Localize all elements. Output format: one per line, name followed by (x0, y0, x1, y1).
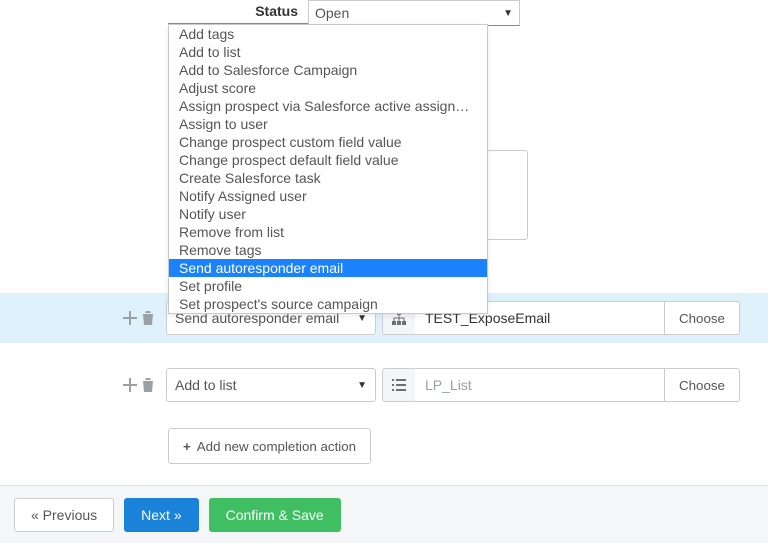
wizard-footer: « Previous Next » Confirm & Save (0, 485, 768, 543)
status-select[interactable]: Open ▼ (308, 0, 520, 26)
add-row-icon[interactable] (122, 377, 138, 393)
dropdown-option[interactable]: Change prospect default field value (169, 151, 487, 169)
previous-button[interactable]: « Previous (14, 498, 114, 532)
dropdown-option[interactable]: Notify Assigned user (169, 187, 487, 205)
list-icon[interactable] (382, 368, 416, 402)
dropdown-option[interactable]: Remove tags (169, 241, 487, 259)
plus-icon: + (183, 439, 191, 454)
choose-button-2[interactable]: Choose (664, 368, 740, 402)
add-completion-action-label: Add new completion action (197, 439, 356, 454)
dropdown-option[interactable]: Set prospect's source campaign (169, 295, 487, 313)
dropdown-option[interactable]: Notify user (169, 205, 487, 223)
delete-row-icon[interactable] (140, 377, 156, 393)
add-completion-action-button[interactable]: + Add new completion action (168, 428, 371, 464)
dropdown-option[interactable]: Add to Salesforce Campaign (169, 61, 487, 79)
action-type-dropdown[interactable]: Add tagsAdd to listAdd to Salesforce Cam… (168, 24, 488, 314)
chevron-down-icon: ▼ (357, 313, 367, 324)
status-row: Status Open ▼ (168, 0, 520, 26)
add-row-icon[interactable] (122, 310, 138, 326)
choose-button-1[interactable]: Choose (664, 301, 740, 335)
action-target-input-2[interactable] (415, 368, 665, 402)
page-root: Status Open ▼ Add tagsAdd to listAdd to … (0, 0, 768, 543)
dropdown-option[interactable]: Add tags (169, 25, 487, 43)
completion-action-row-2: Add to list ▼ Choose (0, 360, 768, 410)
dropdown-option[interactable]: Assign prospect via Salesforce active as… (169, 97, 487, 115)
delete-row-icon[interactable] (140, 310, 156, 326)
dropdown-option[interactable]: Send autoresponder email (169, 259, 487, 277)
action-type-select-2-value: Add to list (175, 377, 236, 393)
dropdown-option[interactable]: Change prospect custom field value (169, 133, 487, 151)
action-type-select-2[interactable]: Add to list ▼ (166, 368, 376, 402)
dropdown-option[interactable]: Set profile (169, 277, 487, 295)
chevron-down-icon: ▼ (357, 380, 367, 391)
status-select-value: Open (315, 5, 349, 21)
dropdown-option[interactable]: Create Salesforce task (169, 169, 487, 187)
next-button[interactable]: Next » (124, 498, 198, 532)
chevron-down-icon: ▼ (503, 8, 513, 19)
dropdown-option[interactable]: Adjust score (169, 79, 487, 97)
dropdown-option[interactable]: Assign to user (169, 115, 487, 133)
dropdown-option[interactable]: Add to list (169, 43, 487, 61)
row-controls (108, 310, 156, 326)
row-controls (108, 377, 156, 393)
status-label: Status (168, 3, 308, 24)
dropdown-option[interactable]: Remove from list (169, 223, 487, 241)
confirm-save-button[interactable]: Confirm & Save (209, 498, 341, 532)
